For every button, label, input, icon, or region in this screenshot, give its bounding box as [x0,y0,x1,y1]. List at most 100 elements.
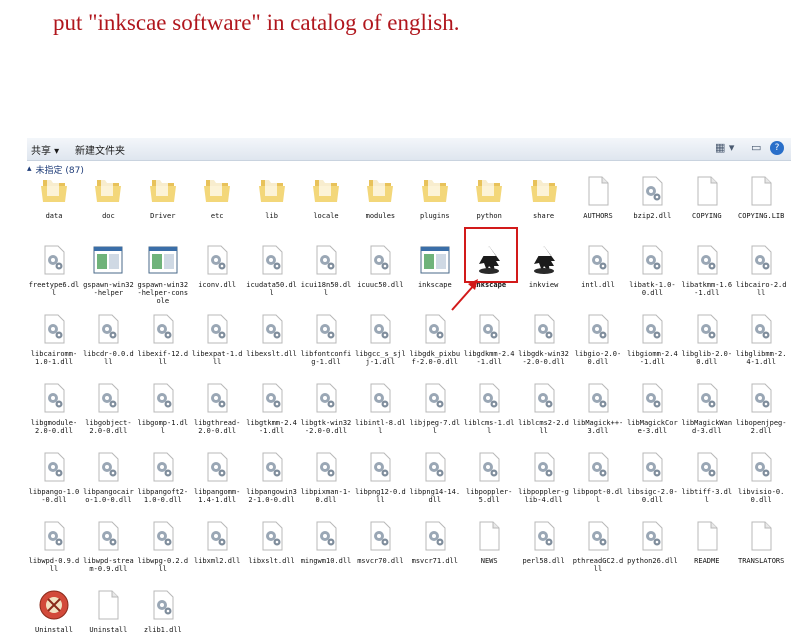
file-item[interactable]: zlib1.dll [136,588,190,634]
file-item[interactable]: libpoppler-glib-4.dll [517,450,571,504]
file-item[interactable]: libgcc_s_sjlj-1.dll [353,312,407,366]
file-item[interactable]: locale [299,174,353,220]
file-item[interactable]: libfontconfig-1.dll [299,312,353,366]
file-item[interactable]: doc [81,174,135,220]
file-item[interactable]: inkscape [408,243,462,289]
file-item[interactable]: Uninstall [81,588,135,634]
file-item[interactable]: libexpat-1.dll [190,312,244,366]
file-item[interactable]: libpango-1.0-0.dll [27,450,81,504]
dll-icon [353,312,407,346]
file-item[interactable]: libgdk-win32-2.0-0.dll [517,312,571,366]
file-item[interactable]: python [462,174,516,220]
file-item[interactable]: data [27,174,81,220]
file-item[interactable]: libintl-8.dll [353,381,407,435]
file-item[interactable]: libwpd-0.9.dll [27,519,81,573]
file-name: Uninstall [89,626,128,634]
file-item[interactable]: libwpg-0.2.dll [136,519,190,573]
file-item[interactable]: gspawn-win32-helper-console [136,243,190,305]
file-item[interactable]: NEWS [462,519,516,565]
help-icon[interactable]: ? [770,141,784,155]
file-item[interactable]: libgdkmm-2.4-1.dll [462,312,516,366]
file-item[interactable]: gspawn-win32-helper [81,243,135,297]
file-item[interactable]: libsigc-2.0-0.dll [625,450,679,504]
file-item[interactable]: lib [245,174,299,220]
file-item[interactable]: Uninstall [27,588,81,634]
file-name: libglibmm-2.4-1.dll [735,350,787,366]
file-item[interactable]: libxslt.dll [245,519,299,565]
file-item[interactable]: libcdr-0.0.dll [81,312,135,366]
file-item[interactable]: modules [353,174,407,220]
file-item[interactable]: libopenjpeg-2.dll [734,381,788,435]
file-item[interactable]: liblcms-1.dll [462,381,516,435]
file-item[interactable]: COPYING.LIB [734,174,788,220]
file-item[interactable]: libtiff-3.dll [680,450,734,504]
file-item[interactable]: AUTHORS [571,174,625,220]
file-item[interactable]: share [517,174,571,220]
view-options-icon[interactable]: ▦ ▾ [715,141,734,154]
file-item[interactable]: iconv.dll [190,243,244,289]
file-item[interactable]: libglibmm-2.4-1.dll [734,312,788,366]
dll-icon [571,243,625,277]
file-item[interactable]: perl58.dll [517,519,571,565]
file-item[interactable]: bzip2.dll [625,174,679,220]
file-item[interactable]: mingwm10.dll [299,519,353,565]
file-item[interactable]: libpoppler-5.dll [462,450,516,504]
file-item[interactable]: etc [190,174,244,220]
file-item[interactable]: libgtk-win32-2.0-0.dll [299,381,353,435]
file-item[interactable]: icui18n50.dll [299,243,353,297]
file-item[interactable]: libxml2.dll [190,519,244,565]
share-button[interactable]: 共享 ▾ [31,142,59,157]
doc-icon [680,174,734,208]
file-name: python [476,212,502,220]
file-item[interactable]: libatk-1.0-0.dll [625,243,679,297]
file-item[interactable]: libcairomm-1.0-1.dll [27,312,81,366]
file-item[interactable]: liblcms2-2.dll [517,381,571,435]
file-item[interactable]: libpangomm-1.4-1.dll [190,450,244,504]
file-item[interactable]: icudata50.dll [245,243,299,297]
file-item[interactable]: msvcr71.dll [408,519,462,565]
file-item[interactable]: COPYING [680,174,734,220]
file-item[interactable]: libpangocairo-1.0-0.dll [81,450,135,504]
file-item[interactable]: libwpd-stream-0.9.dll [81,519,135,573]
file-item[interactable]: libpixman-1-0.dll [299,450,353,504]
file-item[interactable]: libpng12-0.dll [353,450,407,504]
collapse-arrow-icon[interactable]: ▴ [27,164,32,174]
new-folder-button[interactable]: 新建文件夹 [75,142,125,157]
file-item[interactable]: msvcr70.dll [353,519,407,565]
file-item[interactable]: libMagick++-3.dll [571,381,625,435]
file-item[interactable]: pthreadGC2.dll [571,519,625,573]
file-item[interactable]: libpangoft2-1.0-0.dll [136,450,190,504]
file-item[interactable]: Driver [136,174,190,220]
file-item[interactable]: icuuc50.dll [353,243,407,289]
file-item[interactable]: libgiomm-2.4-1.dll [625,312,679,366]
file-item[interactable]: freetype6.dll [27,243,81,297]
file-item[interactable]: libgomp-1.dll [136,381,190,435]
preview-pane-icon[interactable]: ▭ [751,141,761,154]
file-item[interactable]: libatkmm-1.6-1.dll [680,243,734,297]
file-item[interactable]: libpangowin32-1.0-0.dll [245,450,299,504]
file-item[interactable]: libgio-2.0-0.dll [571,312,625,366]
file-item[interactable]: README [680,519,734,565]
dll-icon [81,381,135,415]
file-item[interactable]: libexif-12.dll [136,312,190,366]
file-item[interactable]: libgdk_pixbuf-2.0-0.dll [408,312,462,366]
file-item[interactable]: libvisio-0.0.dll [734,450,788,504]
file-item[interactable]: intl.dll [571,243,625,289]
file-item[interactable]: libglib-2.0-0.dll [680,312,734,366]
file-item[interactable]: libpopt-0.dll [571,450,625,504]
file-item[interactable]: libgmodule-2.0-0.dll [27,381,81,435]
file-item[interactable]: libMagickWand-3.dll [680,381,734,435]
file-item[interactable]: plugins [408,174,462,220]
file-item[interactable]: libcairo-2.dll [734,243,788,297]
file-item[interactable]: libgthread-2.0-0.dll [190,381,244,435]
file-item[interactable]: python26.dll [625,519,679,565]
file-item[interactable]: libpng14-14.dll [408,450,462,504]
doc-icon [462,519,516,553]
file-item[interactable]: libjpeg-7.dll [408,381,462,435]
file-item[interactable]: libgtkmm-2.4-1.dll [245,381,299,435]
file-item[interactable]: inkview [517,243,571,289]
file-item[interactable]: libgobject-2.0-0.dll [81,381,135,435]
file-item[interactable]: libexslt.dll [245,312,299,358]
file-item[interactable]: TRANSLATORS [734,519,788,565]
file-item[interactable]: libMagickCore-3.dll [625,381,679,435]
